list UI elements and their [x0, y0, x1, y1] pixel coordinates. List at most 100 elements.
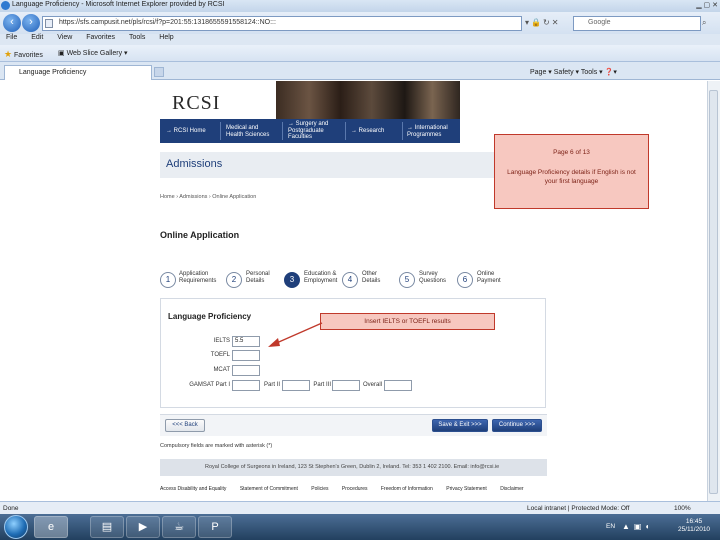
back-button[interactable]: <<< Back: [165, 419, 205, 432]
gamsat-part3-label: Part III: [313, 382, 331, 388]
lock-icon: 🔒: [531, 18, 543, 27]
page-title: Online Application: [160, 230, 240, 240]
step-1-circle[interactable]: 1: [160, 272, 176, 288]
favorites-button[interactable]: ★ Favorites: [4, 49, 43, 60]
step-2-circle[interactable]: 2: [226, 272, 242, 288]
gamsat-part1-label: GAMSAT Part I: [189, 382, 230, 388]
menu-file[interactable]: File: [6, 34, 17, 41]
footer-link-procedures[interactable]: Procedures: [342, 486, 368, 492]
gamsat-part3-input[interactable]: [332, 380, 360, 391]
security-zone[interactable]: Local intranet | Protected Mode: Off: [527, 505, 629, 512]
language-indicator[interactable]: EN: [606, 523, 615, 530]
clock-date: 25/11/2010: [678, 526, 711, 533]
footer-link-disclaimer[interactable]: Disclaimer: [500, 486, 523, 492]
windows-taskbar: e ▤ ▶ ☕ P EN ▲▣◐ 16:45 25/11/2010: [0, 514, 720, 540]
menu-bar: File Edit View Favorites Tools Help: [0, 34, 720, 45]
step-6-circle[interactable]: 6: [457, 272, 473, 288]
nav-international[interactable]: → International Programmes: [407, 119, 459, 143]
command-bar[interactable]: Page ▾ Safety ▾ Tools ▾ ❓▾: [530, 68, 617, 76]
ielts-input[interactable]: 5.5: [232, 336, 260, 347]
back-arrow-icon[interactable]: ‹: [3, 14, 21, 32]
footer-link-access[interactable]: Access Disability and Equality: [160, 486, 226, 492]
zoom-level[interactable]: 100%: [674, 505, 691, 512]
menu-favorites[interactable]: Favorites: [86, 34, 115, 41]
tray-icons[interactable]: ▲▣◐: [622, 522, 654, 531]
web-slice-gallery-link[interactable]: ▣ Web Slice Gallery ▾: [58, 49, 128, 57]
star-icon: ★: [4, 49, 13, 59]
footer-link-policies[interactable]: Policies: [311, 486, 328, 492]
toefl-label: TOEFL: [210, 352, 230, 358]
step-2-label[interactable]: Personal Details: [246, 271, 270, 285]
footer-link-foi[interactable]: Freedom of Information: [381, 486, 433, 492]
clock[interactable]: 16:45 25/11/2010: [678, 518, 710, 534]
page-indicator-callout: Page 6 of 13 Language Proficiency detail…: [494, 134, 649, 209]
step-5-circle[interactable]: 5: [399, 272, 415, 288]
banner-photo-strip: [276, 81, 460, 119]
menu-tools[interactable]: Tools: [129, 34, 145, 41]
form-title: Language Proficiency: [168, 312, 252, 321]
form-actions-bar: [160, 414, 547, 436]
address-bar-row: ‹ › https://sfs.campusit.net/pls/rcsi/f?…: [0, 12, 720, 34]
step-6-label[interactable]: Online Payment: [477, 271, 501, 285]
start-button[interactable]: [4, 515, 28, 539]
maximize-icon[interactable]: ▢: [704, 2, 711, 9]
rcsi-logo[interactable]: RCSI: [172, 92, 220, 115]
forward-arrow-icon[interactable]: ›: [22, 14, 40, 32]
window-controls[interactable]: ▁ ▢ ✕: [696, 1, 718, 9]
clock-time: 16:45: [685, 518, 703, 525]
step-5-label[interactable]: Survey Questions: [419, 271, 446, 285]
taskbar-ie-icon[interactable]: e: [34, 516, 68, 538]
mcat-label: MCAT: [213, 367, 230, 373]
close-icon[interactable]: ✕: [712, 2, 718, 9]
rcsi-logo-area[interactable]: RCSI: [160, 81, 276, 119]
window-title: Language Proficiency - Microsoft Interne…: [12, 1, 225, 8]
save-exit-button[interactable]: Save & Exit >>>: [432, 419, 488, 432]
menu-view[interactable]: View: [57, 34, 72, 41]
taskbar-media-icon[interactable]: ▶: [126, 516, 160, 538]
menu-edit[interactable]: Edit: [31, 34, 43, 41]
overall-input[interactable]: [384, 380, 412, 391]
overall-label: Overall: [362, 382, 382, 388]
taskbar-powerpoint-icon[interactable]: P: [198, 516, 232, 538]
nav-surgery-postgraduate[interactable]: → Surgery and Postgraduate Faculties: [288, 119, 344, 143]
nav-divider: [345, 122, 346, 140]
page-icon: [45, 19, 53, 28]
footer-link-privacy[interactable]: Privacy Statement: [446, 486, 487, 492]
gamsat-part1-input[interactable]: [232, 380, 260, 391]
address-actions[interactable]: ▾🔒↻✕: [525, 18, 560, 27]
minimize-icon[interactable]: ▁: [696, 2, 701, 9]
taskbar-java-icon[interactable]: ☕: [162, 516, 196, 538]
scrollbar-thumb[interactable]: [709, 90, 718, 494]
browser-tab[interactable]: Language Proficiency: [4, 65, 152, 80]
callout-arrow-icon: [268, 322, 323, 347]
toefl-input[interactable]: [232, 350, 260, 361]
search-input[interactable]: Google: [573, 16, 701, 31]
nav-research[interactable]: → Research: [351, 119, 401, 143]
insert-results-callout: Insert IELTS or TOEFL results: [320, 313, 495, 330]
nav-medical-health[interactable]: Medical and Health Sciences: [226, 119, 280, 143]
step-3-label[interactable]: Education & Employment: [304, 271, 337, 285]
new-tab-button[interactable]: [154, 67, 164, 77]
breadcrumb[interactable]: Home › Admissions › Online Application: [160, 194, 256, 200]
ielts-label: IELTS: [213, 338, 230, 344]
internet-explorer-icon: [1, 1, 10, 10]
menu-help[interactable]: Help: [159, 34, 173, 41]
url-input[interactable]: https://sfs.campusit.net/pls/rcsi/f?p=20…: [42, 16, 522, 31]
gamsat-part2-label: Part II: [263, 382, 280, 388]
taskbar-explorer-icon[interactable]: ▤: [90, 516, 124, 538]
page-description: Language Proficiency details if English …: [507, 169, 636, 185]
status-text: Done: [3, 505, 19, 512]
page-indicator: Page 6 of 13: [553, 149, 590, 156]
nav-rcsi-home[interactable]: → RCSI Home: [166, 119, 218, 143]
search-icon[interactable]: ⌕: [702, 18, 706, 28]
tab-row: Language Proficiency Page ▾ Safety ▾ Too…: [0, 62, 720, 80]
step-1-label[interactable]: Application Requirements: [179, 271, 216, 285]
footer-link-commitment[interactable]: Statement of Commitment: [240, 486, 298, 492]
step-3-circle[interactable]: 3: [284, 272, 300, 288]
mcat-input[interactable]: [232, 365, 260, 376]
continue-button[interactable]: Continue >>>: [492, 419, 542, 432]
nav-divider: [220, 122, 221, 140]
step-4-label[interactable]: Other Details: [362, 271, 380, 285]
gamsat-part2-input[interactable]: [282, 380, 310, 391]
step-4-circle[interactable]: 4: [342, 272, 358, 288]
